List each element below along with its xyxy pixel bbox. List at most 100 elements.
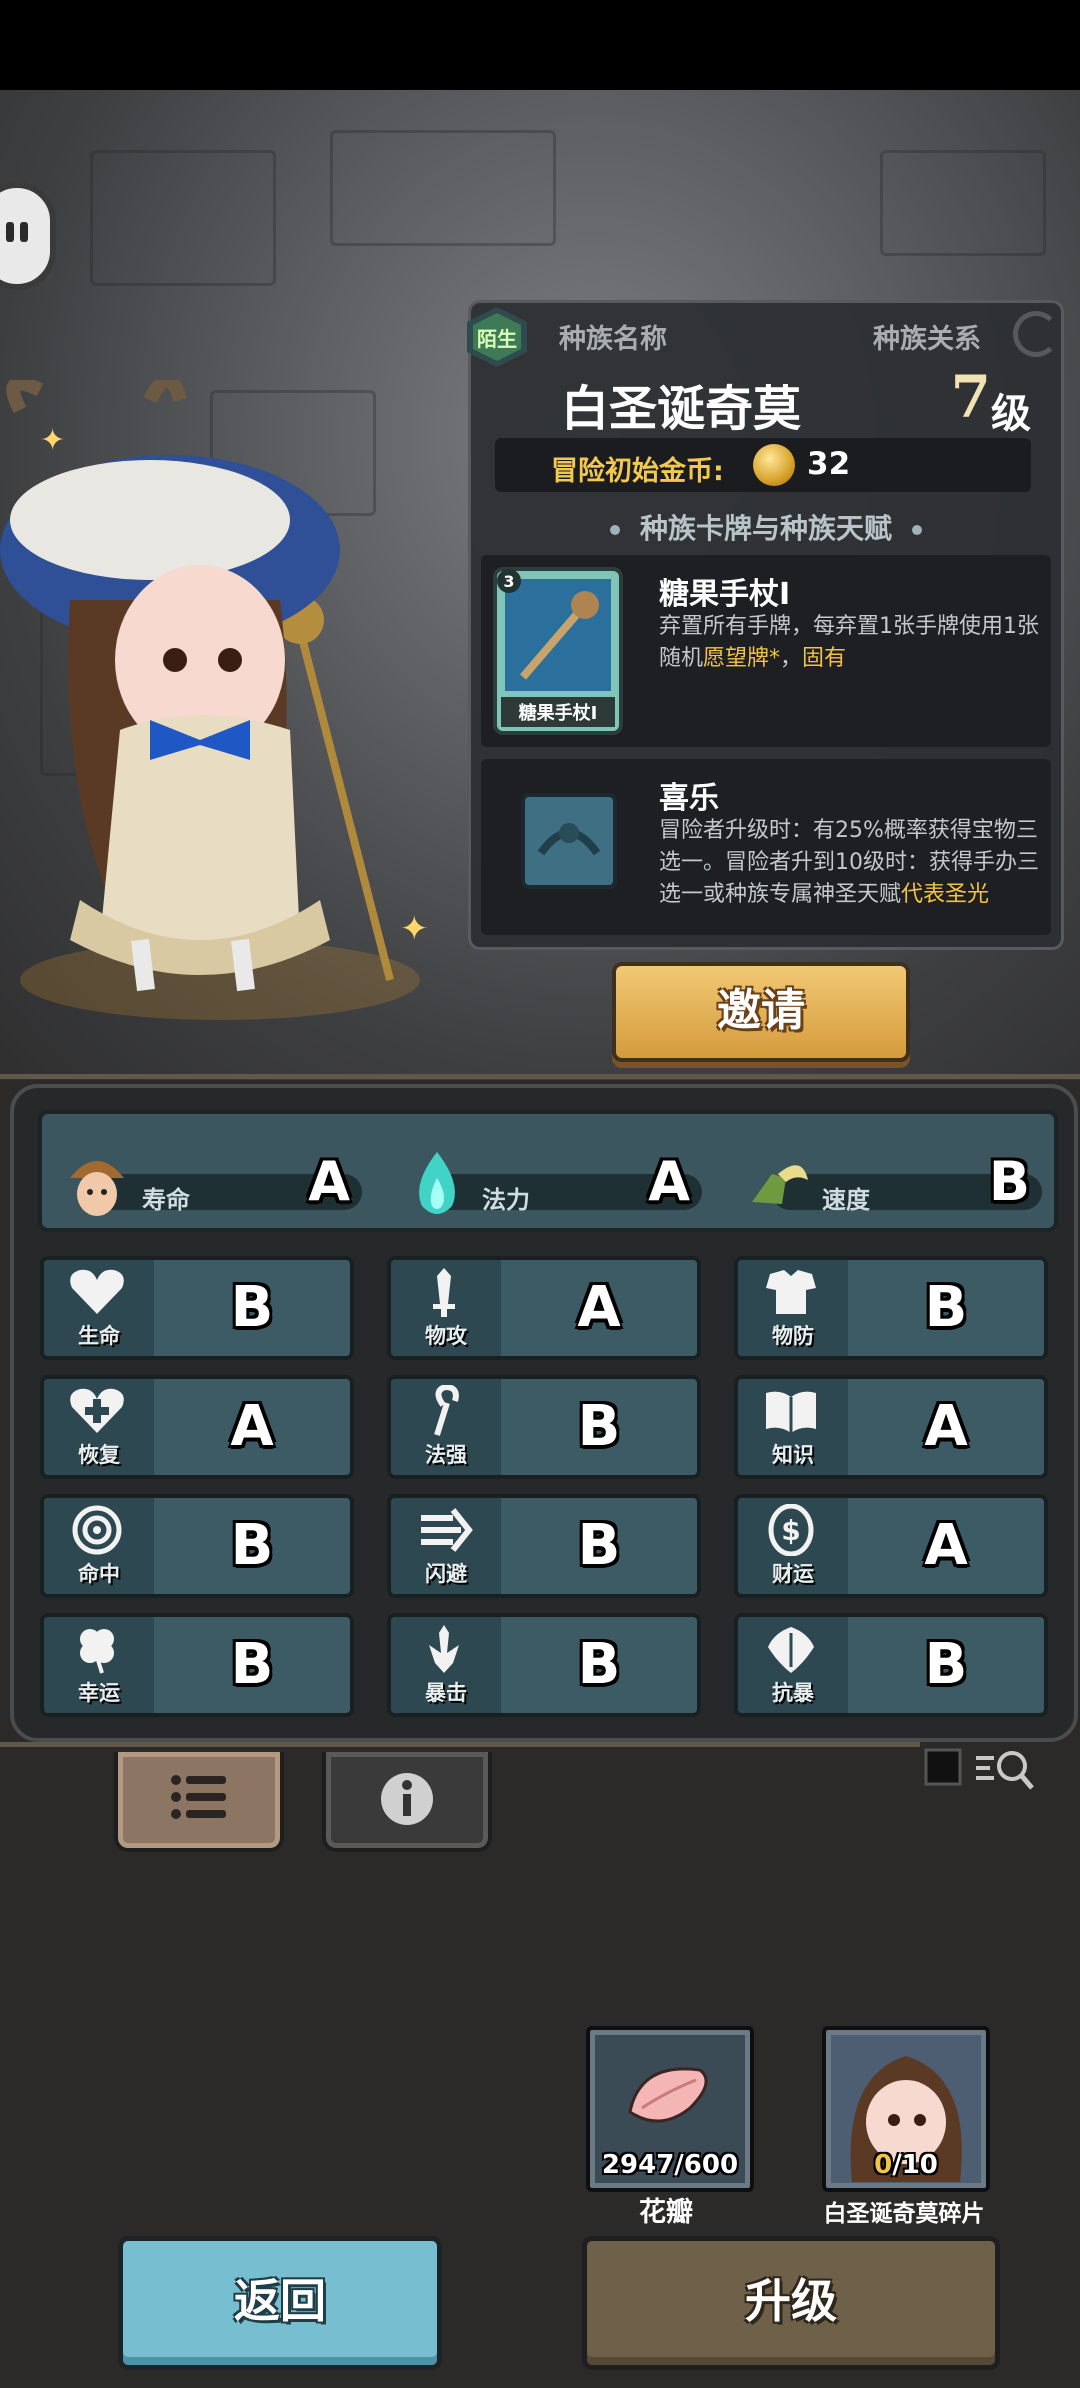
stat-label: 命中 [78, 1562, 120, 1586]
armor-icon [766, 1270, 816, 1314]
talent-name: 喜乐 [659, 781, 719, 816]
stat-label: 物防 [772, 1324, 814, 1348]
stat-grade: B [577, 1513, 621, 1578]
blue-flame-icon [419, 1152, 455, 1214]
invite-button[interactable]: 邀请 [612, 962, 910, 1062]
coin-icon: $ [768, 1504, 814, 1556]
stat-hp[interactable]: 生命 B [40, 1256, 354, 1360]
petal-resource[interactable]: 2947/600 [586, 2026, 754, 2192]
gold-coin-icon [753, 444, 795, 486]
character-portrait: ✦ ✦ [0, 380, 429, 1020]
card-description: 弃置所有手牌，每弃置1张手牌使用1张随机愿望牌*，固有 [659, 611, 1039, 675]
shard-name: 白圣诞奇莫碎片 [823, 2201, 985, 2227]
stat-label: 法强 [425, 1443, 467, 1467]
card-desc-keyword: 愿望牌* [703, 646, 781, 671]
race-relation-label: 种族关系 [873, 324, 981, 355]
relation-badge-label: 陌生 [473, 313, 521, 361]
dodge-arrows-icon [421, 1508, 473, 1552]
stat-label: 抗暴 [772, 1681, 814, 1705]
start-gold-row: 冒险初始金币: 32 [495, 438, 1031, 492]
upgrade-button[interactable]: 升级 [582, 2236, 1000, 2370]
stat-label: 财运 [772, 1562, 814, 1586]
shield-leaf-icon [768, 1627, 814, 1673]
section-title: 种族卡牌与种族天赋 [471, 507, 1061, 547]
shard-owned: 0 [874, 2150, 893, 2180]
stat-phys-atk[interactable]: 物攻 A [387, 1256, 701, 1360]
talent-desc-keyword: 代表圣光 [901, 882, 990, 907]
wall-stone [880, 150, 1046, 256]
attr-grade: A [648, 1150, 690, 1213]
level-value: 7 [950, 363, 991, 431]
card-label: 糖果手杖I [519, 702, 598, 724]
stat-grade: A [230, 1394, 274, 1459]
tab-info[interactable] [322, 1752, 492, 1852]
relation-badge: 陌生 [467, 307, 527, 367]
joy-talent-icon [521, 793, 617, 889]
stat-label: 物攻 [425, 1324, 467, 1348]
attr-speed: 速度 B [742, 1144, 1042, 1214]
stat-grade: B [230, 1513, 274, 1578]
stat-regen[interactable]: 恢复 A [40, 1375, 354, 1479]
start-gold-label: 冒险初始金币: [551, 456, 724, 487]
wall-stone [330, 130, 556, 246]
stat-grade: B [924, 1632, 968, 1697]
section-title-text: 种族卡牌与种族天赋 [639, 512, 892, 545]
shard-count: 0/10 [826, 2150, 986, 2180]
attr-lifespan: 寿命 A [62, 1144, 362, 1216]
stat-dodge[interactable]: 闪避 B [387, 1494, 701, 1598]
tab-list[interactable] [114, 1752, 284, 1852]
stat-knowledge[interactable]: 知识 A [734, 1375, 1048, 1479]
stat-label: 暴击 [425, 1681, 467, 1705]
pause-bar-icon [20, 222, 28, 242]
card-name: 糖果手杖I [659, 577, 791, 612]
divider [0, 1742, 920, 1747]
race-talent[interactable]: 喜乐 冒险者升级时：有25%概率获得宝物三选一。冒险者升到10级时：获得手办三选… [481, 759, 1051, 935]
stat-grade: B [924, 1275, 968, 1340]
petal-count: 2947/600 [601, 2150, 739, 2180]
stat-label: 恢复 [78, 1443, 120, 1467]
shard-resource[interactable]: 0/10 [822, 2026, 990, 2192]
winged-boot-icon [752, 1165, 808, 1204]
mushroom-head-icon [70, 1161, 124, 1216]
attr-label: 寿命 [142, 1186, 190, 1214]
stat-label: 生命 [78, 1324, 120, 1348]
stat-grade: B [230, 1632, 274, 1697]
stat-label: 幸运 [78, 1681, 120, 1705]
candy-staff-card-icon: 3 糖果手杖I [493, 567, 623, 735]
card-desc-separator: ， [780, 646, 803, 671]
stat-fortune[interactable]: $ 财运 A [734, 1494, 1048, 1598]
zoom-view-button[interactable] [920, 1742, 1050, 1798]
wall-stone [90, 150, 276, 286]
stat-accuracy[interactable]: 命中 B [40, 1494, 354, 1598]
stat-magic-power[interactable]: 法强 B [387, 1375, 701, 1479]
stat-grade: A [924, 1513, 968, 1578]
main-attributes-bar: 寿命 A 法力 A 速度 B [38, 1110, 1058, 1232]
start-gold-value: 32 [807, 446, 851, 482]
stat-label: 知识 [772, 1443, 814, 1467]
crit-blade-icon [429, 1625, 459, 1673]
attr-grade: A [308, 1150, 350, 1213]
divider [0, 1074, 1080, 1079]
stat-label: 闪避 [425, 1562, 467, 1586]
race-info-panel: 陌生 种族名称 种族关系 白圣诞奇莫 7 级 冒险初始金币: 32 种族卡牌与种… [467, 300, 1064, 950]
svg-text:✦: ✦ [40, 423, 65, 458]
card-cost: 3 [503, 572, 514, 591]
heart-plus-icon [70, 1388, 124, 1433]
stat-crit[interactable]: 暴击 B [387, 1613, 701, 1717]
card-desc-keyword: 固有 [802, 646, 847, 671]
shard-needed: /10 [892, 2150, 938, 2180]
pause-button[interactable] [0, 182, 56, 290]
clover-icon [80, 1629, 114, 1674]
staff-icon [434, 1385, 459, 1436]
race-card[interactable]: 3 糖果手杖I 糖果手杖I 弃置所有手牌，每弃置1张手牌使用1张随机愿望牌*，固… [481, 555, 1051, 747]
stat-crit-resist[interactable]: 抗暴 B [734, 1613, 1048, 1717]
attr-grade: B [988, 1150, 1030, 1213]
pause-bar-icon [6, 222, 14, 242]
stat-phys-def[interactable]: 物防 B [734, 1256, 1048, 1360]
stat-luck[interactable]: 幸运 B [40, 1613, 354, 1717]
attr-label: 法力 [482, 1186, 530, 1214]
back-button[interactable]: 返回 [118, 2236, 442, 2370]
stats-board: 寿命 A 法力 A 速度 B 生命 B 物攻 A 物防 B 恢复 A 法强 B … [10, 1084, 1078, 1742]
dot-icon [609, 525, 620, 535]
petal-name: 花瓣 [639, 2197, 693, 2228]
